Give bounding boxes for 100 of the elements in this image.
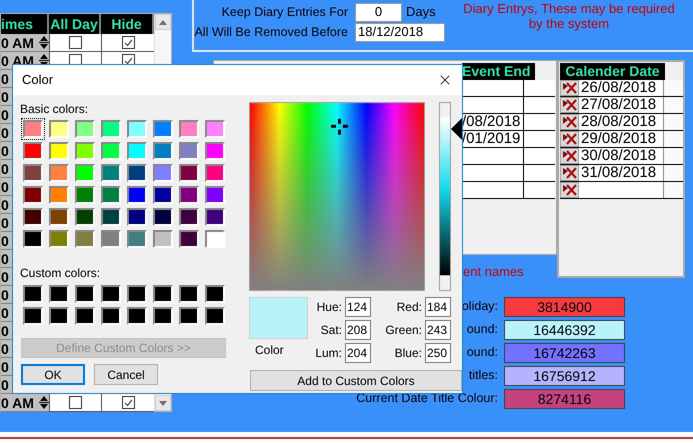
color-swatch[interactable] (73, 184, 97, 206)
color-swatch[interactable] (99, 184, 123, 206)
colour-label: ound: (466, 321, 498, 338)
value-input[interactable]: 208 (345, 320, 371, 340)
scroll-up-button[interactable] (155, 14, 171, 30)
delete-row-button[interactable] (560, 97, 579, 113)
color-swatch[interactable] (177, 118, 201, 140)
color-swatch[interactable] (47, 118, 71, 140)
delete-row-button[interactable] (560, 131, 579, 147)
color-swatch[interactable] (73, 283, 97, 305)
scroll-down-button[interactable] (155, 395, 171, 411)
color-swatch[interactable] (99, 162, 123, 184)
colour-value-field[interactable]: 16756912 (504, 366, 625, 386)
delete-row-button[interactable] (560, 148, 579, 164)
colour-value-field[interactable]: 16742263 (504, 342, 625, 362)
color-swatch[interactable] (151, 283, 175, 305)
color-swatch[interactable] (151, 162, 175, 184)
days-input[interactable]: 0 (355, 2, 402, 22)
color-swatch[interactable] (125, 118, 149, 140)
color-swatch[interactable] (99, 140, 123, 162)
color-swatch[interactable] (47, 283, 71, 305)
color-swatch[interactable] (203, 140, 227, 162)
delete-row-button[interactable] (560, 80, 579, 96)
value-input[interactable]: 184 (425, 297, 451, 317)
color-swatch[interactable] (203, 305, 227, 327)
dialog-button[interactable]: Cancel (94, 364, 158, 385)
colour-value-field[interactable]: 16446392 (504, 320, 625, 340)
add-to-custom-colors-button[interactable]: Add to Custom Colors (250, 370, 462, 391)
color-swatch[interactable] (21, 206, 45, 228)
value-input[interactable]: 204 (345, 343, 371, 363)
value-input[interactable]: 250 (425, 343, 451, 363)
color-swatch[interactable] (73, 162, 97, 184)
color-swatch[interactable] (21, 162, 45, 184)
color-swatch[interactable] (203, 118, 227, 140)
color-swatch[interactable] (151, 140, 175, 162)
colour-value-field[interactable]: 8274116 (504, 388, 625, 408)
spinner-icon[interactable] (39, 35, 49, 50)
color-swatch[interactable] (99, 118, 123, 140)
color-swatch[interactable] (47, 228, 71, 250)
color-swatch[interactable] (47, 305, 71, 327)
pointer-arrow-icon[interactable] (451, 118, 462, 140)
date-input[interactable]: 18/12/2018 (355, 22, 445, 42)
color-swatch[interactable] (151, 305, 175, 327)
color-swatch[interactable] (151, 184, 175, 206)
color-swatch[interactable] (21, 283, 45, 305)
color-swatch[interactable] (99, 206, 123, 228)
color-swatch[interactable] (125, 206, 149, 228)
color-swatch[interactable] (203, 206, 227, 228)
color-swatch[interactable] (203, 283, 227, 305)
color-swatch[interactable] (21, 140, 45, 162)
color-swatch[interactable] (47, 184, 71, 206)
delete-row-button[interactable] (560, 182, 579, 198)
color-swatch[interactable] (73, 118, 97, 140)
color-swatch[interactable] (177, 184, 201, 206)
color-swatch[interactable] (151, 206, 175, 228)
color-swatch[interactable] (125, 162, 149, 184)
color-swatch[interactable] (21, 118, 45, 140)
color-swatch[interactable] (125, 184, 149, 206)
spinner-icon[interactable] (39, 395, 49, 410)
value-input[interactable]: 243 (425, 320, 451, 340)
color-swatch[interactable] (151, 228, 175, 250)
checkbox[interactable] (69, 396, 82, 409)
color-swatch[interactable] (177, 283, 201, 305)
color-swatch[interactable] (125, 228, 149, 250)
checkbox[interactable] (122, 36, 134, 49)
color-swatch[interactable] (73, 140, 97, 162)
color-swatch[interactable] (203, 228, 227, 250)
color-swatch[interactable] (125, 305, 149, 327)
delete-row-button[interactable] (560, 165, 579, 181)
color-swatch[interactable] (203, 184, 227, 206)
color-swatch[interactable] (125, 283, 149, 305)
color-swatch[interactable] (73, 305, 97, 327)
color-swatch[interactable] (73, 206, 97, 228)
color-swatch[interactable] (21, 228, 45, 250)
color-swatch[interactable] (47, 162, 71, 184)
checkbox[interactable] (69, 36, 82, 49)
color-swatch[interactable] (203, 162, 227, 184)
color-swatch[interactable] (47, 206, 71, 228)
dialog-button[interactable]: OK (21, 364, 85, 385)
color-swatch[interactable] (177, 140, 201, 162)
color-swatch[interactable] (151, 118, 175, 140)
color-swatch[interactable] (47, 140, 71, 162)
color-swatch[interactable] (177, 305, 201, 327)
delete-row-button[interactable] (560, 114, 579, 130)
color-swatch[interactable] (99, 305, 123, 327)
color-swatch[interactable] (21, 305, 45, 327)
color-swatch[interactable] (99, 283, 123, 305)
color-swatch[interactable] (73, 228, 97, 250)
color-swatch[interactable] (21, 184, 45, 206)
color-swatch[interactable] (125, 140, 149, 162)
value-input[interactable]: 124 (345, 297, 371, 317)
colour-value-field[interactable]: 3814900 (504, 296, 625, 316)
color-swatch[interactable] (177, 228, 201, 250)
color-swatch[interactable] (99, 228, 123, 250)
luminance-bar[interactable] (439, 102, 451, 291)
color-spectrum[interactable] (249, 102, 425, 291)
color-swatch[interactable] (177, 206, 201, 228)
up-arrow-icon (159, 20, 168, 24)
checkbox[interactable] (122, 396, 134, 409)
color-swatch[interactable] (177, 162, 201, 184)
